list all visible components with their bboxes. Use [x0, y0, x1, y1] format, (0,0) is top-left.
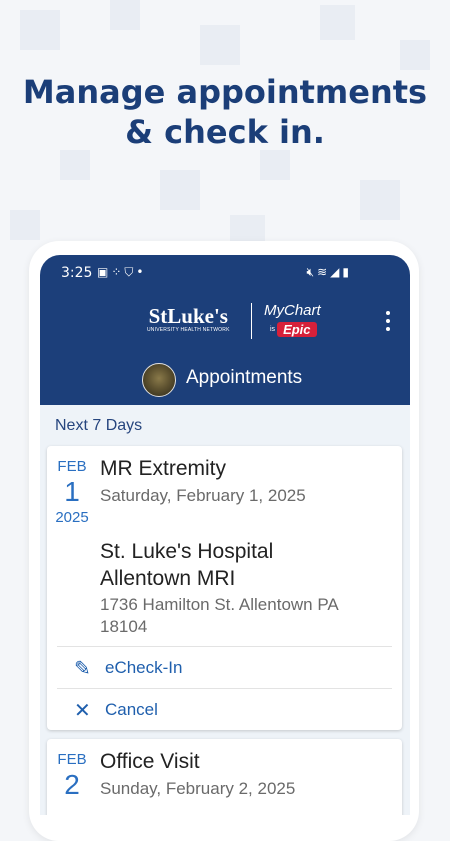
appointment-year: 2025 — [55, 509, 89, 526]
status-right-icons: 🔇︎≋◢▮ — [307, 265, 352, 280]
location-line-2: Allentown MRI — [100, 567, 236, 590]
appointment-name: Office Visit — [100, 750, 200, 773]
headline: Manage appointments & check in. — [0, 72, 450, 152]
close-icon: ✕ — [74, 700, 91, 722]
address-line-1: 1736 Hamilton St. Allentown PA — [100, 595, 339, 614]
cancel-button[interactable]: ✕ Cancel — [47, 690, 402, 730]
section-label: Next 7 Days — [55, 417, 143, 434]
stlukes-logo: StLuke's UNIVERSITY HEALTH NETWORK — [147, 305, 230, 333]
overflow-menu-icon — [386, 311, 390, 315]
epic-logo: is Epic — [270, 321, 317, 338]
appointment-day: 2 — [64, 769, 80, 800]
appointments-avatar — [142, 363, 176, 397]
echeck-in-label: eCheck-In — [105, 658, 183, 677]
phone-screen: 3:25 ▣⁘⛉• 🔇︎≋◢▮ StLuke's UNIVERSITY HEAL… — [40, 255, 410, 815]
battery-icon: ▮ — [342, 265, 352, 279]
appointment-card[interactable]: FEB 2 Office Visit Sunday, February 2, 2… — [47, 739, 402, 815]
status-left-icons: ▣⁘⛉• — [97, 265, 147, 280]
logo-divider — [251, 303, 252, 339]
wifi-icon: ≋ — [317, 265, 331, 279]
appointment-day: 1 — [64, 476, 80, 507]
stlukes-logo-subtext: UNIVERSITY HEALTH NETWORK — [147, 327, 230, 333]
app-bar: StLuke's UNIVERSITY HEALTH NETWORK MyCha… — [40, 291, 410, 405]
location-line-1: St. Luke's Hospital — [100, 540, 274, 563]
appointment-card[interactable]: FEB 1 2025 MR Extremity Saturday, Februa… — [47, 446, 402, 730]
signal-dots-icon: ⁘ — [111, 265, 125, 279]
headline-line-1: Manage appointments — [22, 73, 428, 111]
appointment-date-text: Sunday, February 2, 2025 — [100, 779, 296, 798]
page-header: Appointments — [40, 361, 410, 397]
cell-signal-icon: ◢ — [330, 265, 343, 279]
mute-icon: 🔇︎ — [306, 265, 318, 279]
echeck-in-button[interactable]: ✎ eCheck-In — [47, 648, 402, 688]
appointment-name: MR Extremity — [100, 457, 226, 480]
epic-logo-text: Epic — [277, 322, 317, 338]
overflow-menu-button[interactable] — [378, 311, 398, 337]
appointment-date-text: Saturday, February 1, 2025 — [100, 486, 306, 505]
headline-line-2: & check in. — [125, 113, 325, 151]
mychart-logo: MyChart — [264, 302, 321, 319]
dot-icon: • — [136, 265, 147, 279]
epic-logo-is: is — [270, 326, 276, 334]
appointment-month: FEB — [57, 458, 87, 475]
page-title: Appointments — [186, 367, 303, 388]
appointment-address: 1736 Hamilton St. Allentown PA 18104 — [100, 594, 380, 638]
cancel-label: Cancel — [105, 700, 158, 719]
status-bar: 3:25 ▣⁘⛉• 🔇︎≋◢▮ — [40, 255, 410, 291]
status-time: 3:25 — [61, 265, 93, 281]
appointment-date-block: FEB 1 2025 — [47, 458, 97, 528]
check-in-icon: ✎ — [74, 658, 91, 680]
stlukes-logo-text: StLuke's — [148, 304, 228, 328]
appointment-month: FEB — [57, 751, 87, 768]
divider — [57, 688, 392, 689]
shield-icon: ⛉ — [124, 265, 137, 279]
address-line-2: 18104 — [100, 617, 148, 636]
appointment-date-block: FEB 2 — [47, 751, 97, 801]
appointment-location: St. Luke's Hospital Allentown MRI — [100, 538, 390, 592]
divider — [57, 646, 392, 647]
image-icon: ▣ — [97, 265, 112, 279]
